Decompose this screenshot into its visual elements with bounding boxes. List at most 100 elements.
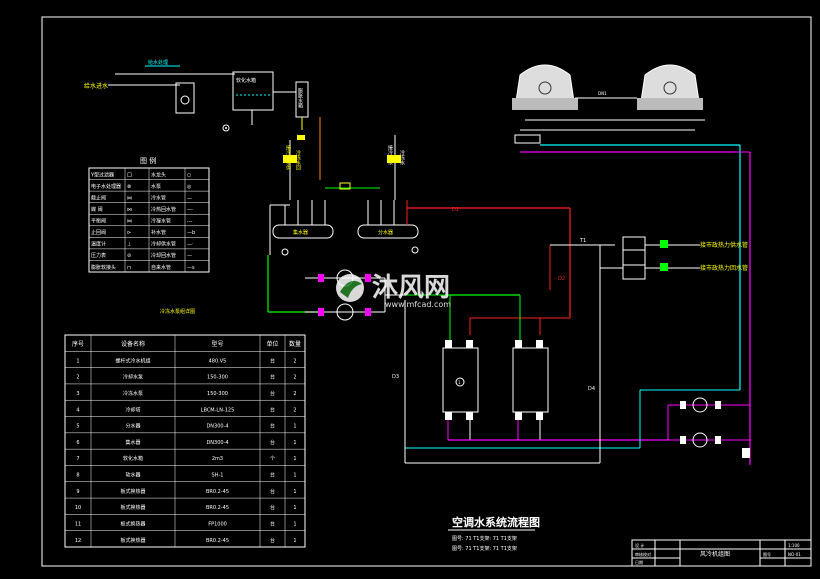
table-cell: 8 — [76, 473, 79, 479]
scale-line-2: 图号: 71 T1支架: 71 T1支架 — [452, 545, 517, 552]
table-cell: 2 — [293, 358, 296, 364]
table-header-cell: 序号 — [72, 340, 84, 348]
legend-cell: 截止阀 — [91, 194, 106, 201]
svg-text:D2: D2 — [558, 276, 565, 282]
svg-text:NO-01: NO-01 — [788, 552, 801, 557]
table-cell: 台 — [270, 439, 275, 446]
legend-cell: --- — [187, 219, 193, 225]
table-cell: FP1000 — [208, 521, 227, 527]
table-cell: BR0.2-45 — [206, 538, 229, 544]
table-cell: 480.V5 — [209, 358, 227, 364]
svg-text:1:100: 1:100 — [788, 543, 800, 548]
plate-heat-exchanger — [622, 236, 646, 280]
table-cell: 台 — [270, 488, 275, 495]
cooling-pumps — [667, 397, 750, 458]
table-cell: 1 — [293, 505, 296, 511]
svg-text:设 计: 设 计 — [635, 542, 644, 548]
table-cell: 板式换热器 — [120, 504, 145, 511]
table-cell: 5 — [76, 424, 79, 430]
softener-unit — [175, 82, 195, 114]
city-supply-label: 接市政热力供水管 — [700, 241, 748, 249]
title-block-name: 风冷机组图 — [700, 550, 730, 558]
hot-water-supply: D1 D2 — [407, 207, 615, 335]
legend-cell: ⋈ — [127, 207, 132, 213]
table-cell: 2m3 — [212, 456, 223, 462]
table-cell: 150-300 — [207, 375, 228, 381]
legend-cell: ⊓ — [127, 265, 131, 271]
table-header-cell: 单位 — [266, 340, 278, 348]
svg-text:审核校对: 审核校对 — [635, 551, 651, 557]
legend-cell: 冷水管 — [151, 194, 166, 201]
table-cell: 台 — [270, 537, 275, 544]
table-cell: 台 — [270, 504, 275, 511]
table-cell: 2 — [76, 375, 79, 381]
svg-text:图号: 图号 — [763, 551, 771, 557]
legend-cell: 口 — [127, 172, 132, 178]
svg-text:1: 1 — [458, 380, 461, 385]
table-cell: 台 — [270, 406, 275, 413]
table-cell: 软化水箱 — [123, 455, 143, 462]
hvac-flow-diagram: 给水进水 给水处理 软化水箱 膨胀水箱 接冷冻水供 冷冻水回 接冷冻水 冷冻水 … — [41, 16, 812, 567]
legend-cell: 冷热回水管 — [151, 206, 176, 213]
table-cell: 冷却塔 — [125, 406, 140, 413]
table-cell: DN300-4 — [206, 424, 228, 430]
table-header-cell: 型号 — [211, 340, 223, 348]
legend-title: 图 例 — [140, 156, 156, 165]
table-cell: 台 — [270, 357, 275, 364]
table-cell: 1 — [293, 473, 296, 479]
legend-cell: ⊥ — [127, 242, 131, 248]
water-supply-label: 给水进水 — [84, 82, 108, 90]
table-cell: 板式换热器 — [120, 488, 145, 495]
pump-group-caption: 冷冻水泵组详图 — [160, 308, 195, 315]
legend-cell: 冷却回水管 — [151, 252, 176, 259]
legend-cell: — — [187, 195, 192, 201]
table-cell: 1 — [293, 538, 296, 544]
legend-cell: 冷却供水管 — [151, 241, 176, 248]
table-cell: 冷却水泵 — [123, 374, 143, 381]
legend-cell: —s — [187, 265, 195, 271]
svg-text:D4: D4 — [588, 386, 595, 392]
table-cell: 台 — [270, 520, 275, 527]
table-cell: 1 — [293, 521, 296, 527]
table-cell: 螺杆式冷水机组 — [115, 357, 150, 364]
legend-cell: 压力表 — [91, 252, 106, 259]
legend-cell: 自来水管 — [151, 264, 171, 271]
table-cell: LBCM-LN-125 — [201, 407, 235, 413]
legend-cell: 电子水处理器 — [91, 183, 121, 190]
city-return-label: 接市政热力回水管 — [700, 264, 748, 272]
table-cell: 10 — [75, 505, 81, 511]
legend-cell: 温度计 — [91, 241, 106, 248]
equipment-table: 序号 设备名称 型号 单位 数量 1 螺杆式冷水机组 480.V5 台 2 2 冷却水泵 150-300… — [64, 334, 306, 548]
legend-cell: 膨胀软接头 — [91, 264, 116, 271]
table-cell: 12 — [75, 538, 81, 544]
table-cell: 台 — [270, 390, 275, 397]
table-header-cell: 数量 — [289, 340, 301, 348]
legend-cell: 冷凝水管 — [151, 218, 171, 225]
table-cell: 集水器 — [125, 439, 140, 446]
svg-text:D3: D3 — [392, 374, 399, 380]
table-cell: 个 — [270, 456, 275, 462]
legend-cell: 水龙头 — [151, 171, 166, 178]
table-cell: 台 — [270, 423, 275, 430]
svg-text:T1: T1 — [579, 238, 586, 244]
legend-cell: ○ — [187, 172, 191, 178]
scale-line-1: 图号: 71 T1支架: 71 T1支架 — [452, 535, 517, 542]
pump-group: 冷冻水泵组详图 — [160, 255, 405, 321]
table-cell: SH-1 — [212, 473, 224, 479]
table-cell: 4 — [76, 407, 79, 413]
softener-label: 给水处理 — [148, 59, 168, 66]
table-cell: 150-300 — [207, 391, 228, 397]
legend: 图 例 Y型过滤器 口 水龙头 ○ 电子水处理器 ⊗ 水泵 ◎ 截止阀 ⋈ 冷水管 — 蝶 阀 ⋈ 冷热回水… — [88, 156, 210, 273]
table-cell: 冷冻水泵 — [123, 390, 143, 397]
legend-cell: Y型过滤器 — [90, 171, 114, 178]
table-cell: 1 — [76, 358, 79, 364]
legend-cell: ⋈ — [127, 219, 132, 225]
legend-cell: 水泵 — [151, 183, 161, 190]
legend-cell: ⊘ — [127, 253, 131, 259]
table-cell: 9 — [76, 489, 79, 495]
chiller-2 — [512, 347, 549, 413]
title-block: 风冷机组图 设 计 审核校对 日期 1:100 图号 NO-01 — [631, 539, 812, 567]
table-cell: DN300-4 — [206, 440, 228, 446]
legend-cell: —· — [187, 242, 194, 248]
drawing-title: 空调水系统流程图 — [452, 515, 540, 529]
